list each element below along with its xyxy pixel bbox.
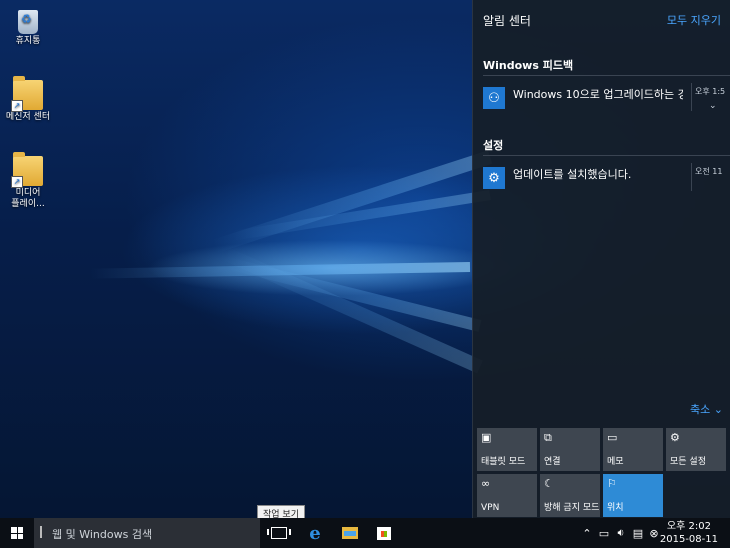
search-box[interactable] <box>34 518 260 548</box>
close-circle-icon: ⊗ <box>649 526 659 540</box>
quick-action-quiet-hours[interactable]: ☾ 방해 금지 모드 <box>540 474 600 517</box>
quick-action-location[interactable]: ⚐ 위치 <box>603 474 663 517</box>
notification-time: 오전 11 <box>695 167 723 176</box>
quick-action-note[interactable]: ▭ 메모 <box>603 428 663 471</box>
clock-time: 오후 2:02 <box>666 521 711 532</box>
group-title-settings: 설정 <box>483 139 504 152</box>
moon-icon: ☾ <box>544 477 554 490</box>
recycle-bin-icon[interactable]: 휴지통 <box>0 6 56 47</box>
action-center-panel: 알림 센터 모두 지우기 Windows 피드백 ⚇ Windows 10으로 … <box>472 0 730 518</box>
divider <box>483 75 730 76</box>
media-player-icon[interactable]: ↗ 미디어 플레이... <box>0 152 56 210</box>
file-explorer-icon <box>342 527 358 539</box>
quick-action-tablet-mode[interactable]: ▣ 태블릿 모드 <box>477 428 537 471</box>
notification-update[interactable]: ⚙ 업데이트를 설치했습니다. 오전 11 <box>483 163 730 191</box>
search-bar-icon <box>40 526 42 538</box>
messenger-center-icon[interactable]: ↗ 메신저 센터 <box>0 76 56 123</box>
quick-action-label: 연결 <box>544 457 561 467</box>
notification-text: 업데이트를 설치했습니다. <box>513 168 632 181</box>
network-button[interactable]: ▭ <box>596 518 612 548</box>
taskbar: e ⌃ ▭ 🔉︎ ▤ ⊗ 오후 2:02 2015-08-11 <box>0 518 730 548</box>
divider <box>483 155 730 156</box>
divider <box>691 83 692 111</box>
store-button[interactable] <box>367 518 401 548</box>
messenger-center-label: 메신저 센터 <box>5 112 51 122</box>
folder-icon: ↗ <box>11 152 43 188</box>
quick-action-label: 메모 <box>607 457 624 467</box>
settings-icon: ⚙ <box>670 431 680 444</box>
chevron-down-icon[interactable]: ⌄ <box>709 101 717 111</box>
store-icon <box>377 526 391 540</box>
quick-action-label: 모든 설정 <box>670 457 706 467</box>
shortcut-arrow-icon: ↗ <box>11 100 23 112</box>
quick-action-vpn[interactable]: ∞ VPN <box>477 474 537 517</box>
network-icon: ▭ <box>598 526 610 540</box>
connect-icon: ⧉ <box>544 431 552 444</box>
vpn-icon: ∞ <box>481 477 491 490</box>
media-player-label-line1: 미디어 <box>15 188 41 198</box>
gear-icon: ⚙ <box>483 167 505 189</box>
start-button[interactable] <box>0 518 34 548</box>
quick-action-all-settings[interactable]: ⚙ 모든 설정 <box>666 428 726 471</box>
task-view-icon <box>267 527 291 539</box>
volume-button[interactable]: 🔉︎ <box>613 518 629 548</box>
divider <box>691 163 692 191</box>
quick-action-label: VPN <box>481 503 500 513</box>
quick-action-label: 위치 <box>607 503 624 513</box>
action-center-button[interactable]: ▤ <box>630 518 646 548</box>
volume-icon: 🔉︎ <box>617 526 625 539</box>
quick-action-label: 태블릿 모드 <box>481 457 526 467</box>
task-view-button[interactable] <box>262 518 296 548</box>
action-center-title: 알림 센터 <box>483 14 531 28</box>
collapse-button[interactable]: 축소 ⌄ <box>690 401 723 417</box>
folder-icon: ↗ <box>11 76 43 112</box>
feedback-icon: ⚇ <box>483 87 505 109</box>
group-title-feedback: Windows 피드백 <box>483 59 574 72</box>
recycle-bin-label: 휴지통 <box>15 36 41 46</box>
notification-feedback[interactable]: ⚇ Windows 10으로 업그레이드하는 경 오후 1:5 ⌄ <box>483 83 730 111</box>
message-icon: ▤ <box>632 526 644 540</box>
notification-time: 오후 1:5 <box>695 87 726 96</box>
edge-button[interactable]: e <box>298 518 332 548</box>
file-explorer-button[interactable] <box>333 518 367 548</box>
clear-all-button[interactable]: 모두 지우기 <box>667 12 721 28</box>
note-icon: ▭ <box>607 431 618 444</box>
notification-text: Windows 10으로 업그레이드하는 경 <box>513 88 683 101</box>
recycle-bin-glyph <box>18 10 38 34</box>
shortcut-arrow-icon: ↗ <box>11 176 23 188</box>
media-player-label-line2: 플레이... <box>11 199 45 209</box>
show-hidden-icons-button[interactable]: ⌃ <box>580 518 594 548</box>
windows-logo-icon <box>11 527 23 539</box>
quick-action-connect[interactable]: ⧉ 연결 <box>540 428 600 471</box>
location-icon: ⚐ <box>607 477 617 490</box>
clock-date: 2015-08-11 <box>659 534 718 545</box>
edge-icon: e <box>309 522 321 544</box>
system-clock[interactable]: 오후 2:02 2015-08-11 <box>660 520 718 546</box>
quick-action-label: 방해 금지 모드 <box>544 503 600 513</box>
chevron-up-icon: ⌃ <box>582 526 592 540</box>
tablet-mode-icon: ▣ <box>481 431 492 444</box>
search-input[interactable] <box>50 524 254 544</box>
